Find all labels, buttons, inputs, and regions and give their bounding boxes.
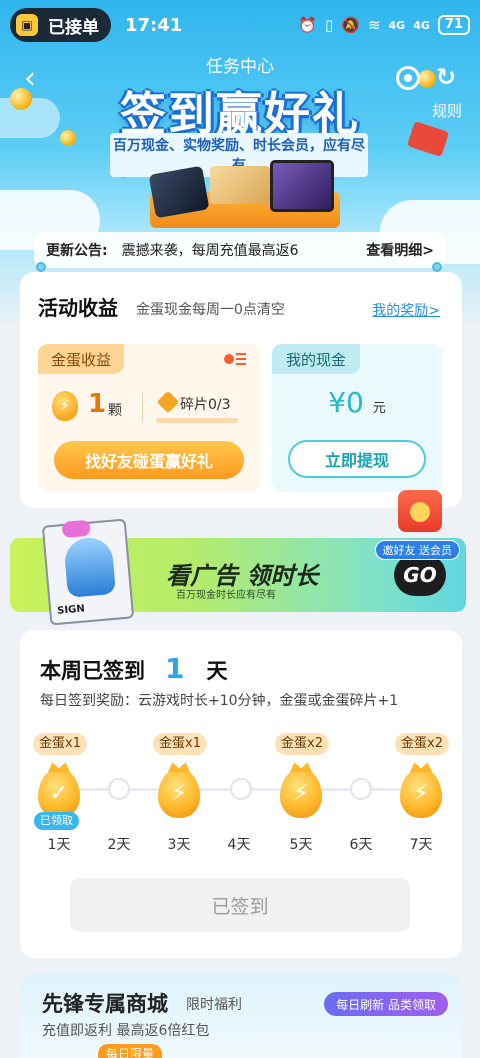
reward-tag: 金蛋x2 <box>395 733 449 755</box>
heart-icon <box>61 519 91 539</box>
tablet-prize <box>270 160 334 212</box>
claimed-badge: 已领取 <box>34 812 79 830</box>
daily-refresh-badge[interactable]: 每日刷新 品类领取 <box>324 992 448 1016</box>
invite-friends-badge[interactable]: 邀好友 送会员 <box>374 540 460 560</box>
checkin-card: 本周已签到 1 天 每日签到奖励：云游戏时长+10分钟，金蛋或金蛋碎片+1 金蛋… <box>20 630 462 958</box>
vibrate-icon: ▯ <box>325 16 334 34</box>
divider <box>142 392 143 422</box>
robot-mascot <box>63 535 116 598</box>
fragment-count: 碎片0/3 <box>180 397 231 413</box>
egg-day5-icon: ⚡ <box>280 762 322 818</box>
day-label: 4天 <box>227 837 251 853</box>
day6-dot <box>350 778 372 800</box>
gold-egg-unit: 颗 <box>108 403 122 419</box>
puzzle-icon <box>156 390 180 414</box>
withdraw-button[interactable]: 立即提现 <box>288 440 426 478</box>
reward-tag: 金蛋x1 <box>33 733 87 755</box>
egg-day3-icon: ⚡ <box>158 762 200 818</box>
phone-prize <box>148 165 210 219</box>
reward-tag: 金蛋x2 <box>275 733 329 755</box>
egg-day7-icon: ⚡ <box>400 762 442 818</box>
pin-decoration <box>36 262 46 272</box>
day4-dot <box>230 778 252 800</box>
app-badge-icon: ▣ <box>16 14 38 36</box>
nav-actions: ↻ <box>396 65 458 90</box>
alarm-icon: ⏰ <box>298 16 317 34</box>
day2-dot <box>108 778 130 800</box>
gold-egg-panel: 金蛋收益 ⚡ 1 颗 碎片0/3 找好友碰蛋赢好礼 <box>38 344 260 492</box>
store-subtitle: 充值即返利 最高返6倍红包 <box>42 1023 210 1039</box>
my-rewards-link[interactable]: 我的奖励> <box>372 300 440 320</box>
go-button[interactable]: GO <box>394 554 446 596</box>
vip-card-prize <box>210 166 270 204</box>
cash-amount: ¥0 <box>328 386 364 419</box>
target-icon[interactable] <box>396 66 420 90</box>
day-label: 1天 <box>47 837 71 853</box>
day-label: 6天 <box>349 837 373 853</box>
ad-subtitle: 百万现金时长应有尽有 <box>176 590 276 601</box>
day-label: 7天 <box>409 837 433 853</box>
reward-tag-day5: 金蛋x2 <box>272 732 332 755</box>
rules-link[interactable]: 规则 <box>432 100 462 121</box>
cash-panel: 我的现金 ¥0 元 立即提现 <box>272 344 442 492</box>
order-status-label: 已接单 <box>48 17 99 38</box>
mute-icon: 🔕 <box>341 16 360 34</box>
view-details-link[interactable]: 查看明细> <box>366 240 434 260</box>
prize-illustration <box>110 160 370 228</box>
status-bar: ▣ 已接单 17:41 ⏰ ▯ 🔕 ≋ 4G 4G 71 <box>0 0 480 50</box>
status-icons: ⏰ ▯ 🔕 ≋ 4G 4G 71 <box>298 15 470 35</box>
sign-card-label: SIGN <box>56 603 86 617</box>
announcement-bar[interactable]: 更新公告: 震撼来袭，每周充值最高返6 查看明细> <box>34 232 446 268</box>
clock: 17:41 <box>125 14 183 36</box>
reward-tag-day7: 金蛋x2 <box>392 732 452 755</box>
checkin-description: 每日签到奖励：云游戏时长+10分钟，金蛋或金蛋碎片+1 <box>40 693 399 709</box>
pin-decoration <box>432 262 442 272</box>
day-label: 2天 <box>107 837 131 853</box>
earnings-subtitle: 金蛋现金每周一0点清空 <box>136 302 285 318</box>
signed-in-button[interactable]: 已签到 <box>70 878 410 932</box>
mascot-card: SIGN <box>41 518 135 626</box>
wifi-icon: ≋ <box>367 16 381 34</box>
daily-limit-badge: 每日限量 <box>98 1044 163 1058</box>
fragment-progress-bar <box>156 418 238 423</box>
store-tag: 限时福利 <box>186 997 242 1013</box>
checkin-title-prefix: 本周已签到 <box>40 659 145 683</box>
signal-label: 4G <box>413 18 430 32</box>
egg-day1-checked-icon: ✓ <box>38 762 80 818</box>
earnings-card: 活动收益 金蛋现金每周一0点清空 我的奖励> 金蛋收益 ⚡ 1 颗 碎片0/3 … <box>20 272 462 508</box>
order-status-pill[interactable]: ▣ 已接单 <box>10 8 111 42</box>
cash-amount-row: ¥0 元 <box>272 386 442 419</box>
reward-tag-day1: 金蛋x1 <box>30 732 90 755</box>
red-envelope-icon <box>398 490 442 532</box>
store-card[interactable]: 先锋专属商城 限时福利 充值即返利 最高返6倍红包 每日刷新 品类领取 每日限量 <box>20 974 462 1058</box>
refresh-icon[interactable]: ↻ <box>434 65 458 90</box>
cash-unit: 元 <box>372 401 386 416</box>
checkin-title-suffix: 天 <box>206 659 228 683</box>
earnings-title: 活动收益 <box>38 296 118 320</box>
announcement-text: 震撼来袭，每周充值最高返6 <box>121 243 299 259</box>
watch-ad-banner[interactable]: SIGN 看广告 领时长 百万现金时长应有尽有 GO 邀好友 送会员 <box>10 490 466 626</box>
find-friends-button[interactable]: 找好友碰蛋赢好礼 <box>54 441 244 479</box>
day-label: 3天 <box>167 837 191 853</box>
store-title: 先锋专属商城 <box>42 992 168 1016</box>
announcement-label: 更新公告: <box>46 243 108 259</box>
reward-tag-day3: 金蛋x1 <box>150 732 210 755</box>
signal-label: 4G <box>388 18 406 32</box>
checkin-title: 本周已签到 1 天 <box>40 652 227 685</box>
ledger-icon[interactable] <box>224 350 246 368</box>
day-label: 5天 <box>289 837 313 853</box>
battery-indicator: 71 <box>437 15 470 35</box>
checkin-day-count: 1 <box>165 652 185 685</box>
gold-egg-icon: ⚡ <box>52 391 78 421</box>
gold-egg-count: 1 <box>88 389 107 419</box>
gold-egg-tag: 金蛋收益 <box>38 344 124 374</box>
cash-tag: 我的现金 <box>272 344 360 374</box>
reward-tag: 金蛋x1 <box>153 733 207 755</box>
